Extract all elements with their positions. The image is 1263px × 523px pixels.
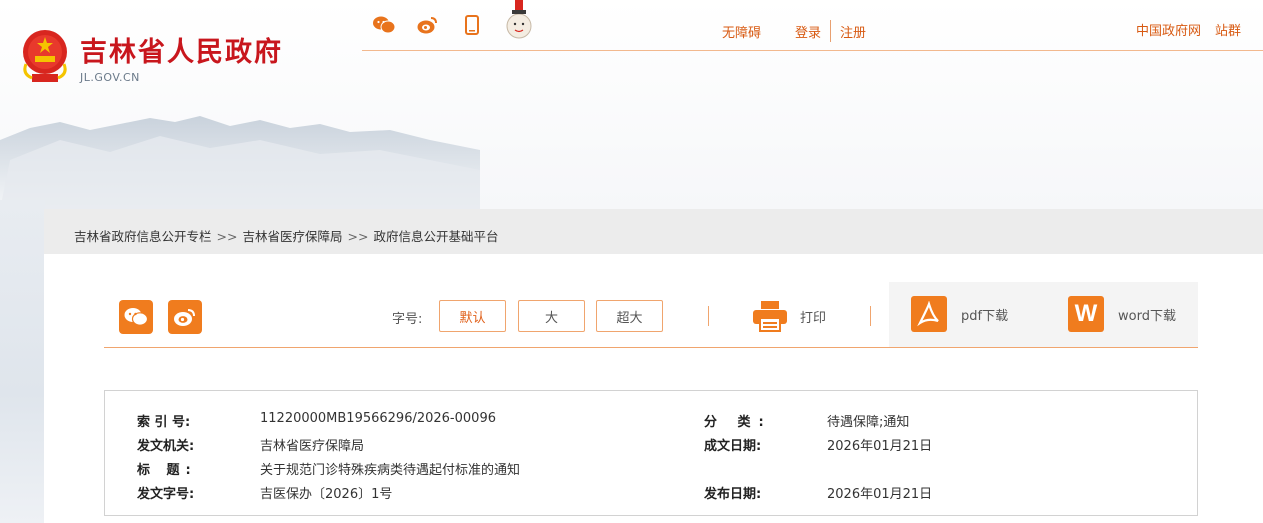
created-date-label: 成文日期: bbox=[704, 439, 762, 454]
word-download-label: word下载 bbox=[1118, 308, 1176, 324]
national-emblem-icon bbox=[23, 30, 67, 82]
mobile-icon[interactable] bbox=[461, 14, 483, 36]
toolbar-divider bbox=[708, 306, 709, 326]
mountain-background bbox=[0, 116, 480, 210]
site-title: 吉林省人民政府 bbox=[80, 37, 283, 68]
pdf-download-button[interactable]: pdf下载 bbox=[911, 296, 1008, 332]
pdf-icon bbox=[911, 296, 947, 332]
share-weibo-button[interactable] bbox=[168, 300, 202, 334]
doc-number-label: 发文字号: bbox=[137, 487, 195, 502]
login-link[interactable]: 登录 bbox=[795, 22, 821, 41]
printer-icon bbox=[753, 301, 787, 332]
created-date-value: 2026年01月21日 bbox=[827, 439, 933, 454]
font-size-xlarge-button[interactable]: 超大 bbox=[596, 300, 663, 332]
breadcrumb: 吉林省政府信息公开专栏 >> 吉林省医疗保障局 >> 政府信息公开基础平台 bbox=[74, 226, 498, 245]
mascot-icon[interactable] bbox=[505, 0, 533, 40]
wechat-icon bbox=[124, 308, 148, 326]
category-value: 待遇保障;通知 bbox=[827, 415, 910, 430]
share-wechat-button[interactable] bbox=[119, 300, 153, 334]
issuer-value: 吉林省医疗保障局 bbox=[260, 439, 365, 454]
weibo-icon bbox=[174, 309, 195, 326]
toolbar-divider bbox=[870, 306, 871, 326]
site-logo[interactable]: 吉林省人民政府 JL.GOV.CN bbox=[18, 28, 283, 86]
font-size-label: 字号: bbox=[392, 312, 423, 327]
site-group-link[interactable]: 站群 bbox=[1215, 24, 1241, 39]
published-date-label: 发布日期: bbox=[704, 487, 762, 502]
site-domain: JL.GOV.CN bbox=[80, 71, 140, 84]
index-label: 索 引 号: bbox=[137, 415, 191, 430]
index-value: 11220000MB19566296/2026-00096 bbox=[260, 411, 496, 426]
register-link[interactable]: 注册 bbox=[840, 22, 866, 41]
title-label: 标 题: bbox=[137, 463, 197, 478]
breadcrumb-item-info-column[interactable]: 吉林省政府信息公开专栏 bbox=[74, 229, 212, 244]
download-area: pdf下载 W word下载 bbox=[889, 282, 1198, 347]
china-gov-link[interactable]: 中国政府网 bbox=[1136, 24, 1201, 39]
wechat-icon[interactable] bbox=[373, 14, 395, 36]
pdf-download-label: pdf下载 bbox=[961, 308, 1009, 324]
breadcrumb-separator: >> bbox=[216, 229, 238, 244]
print-label: 打印 bbox=[800, 310, 827, 326]
header-divider bbox=[362, 50, 1263, 51]
font-size-large-button[interactable]: 大 bbox=[518, 300, 585, 332]
breadcrumb-item-medical-bureau[interactable]: 吉林省医疗保障局 bbox=[242, 229, 342, 244]
breadcrumb-separator: >> bbox=[347, 229, 369, 244]
document-info-box: 索 引 号: 11220000MB19566296/2026-00096 分 类… bbox=[104, 390, 1198, 516]
link-divider bbox=[830, 20, 832, 42]
word-download-button[interactable]: W word下载 bbox=[1068, 296, 1176, 332]
left-background-fog bbox=[0, 200, 45, 523]
social-top-bar bbox=[373, 0, 533, 40]
word-icon: W bbox=[1068, 296, 1104, 332]
weibo-icon[interactable] bbox=[417, 14, 439, 36]
doc-number-value: 吉医保办〔2026〕1号 bbox=[260, 487, 393, 502]
article-toolbar: 字号: 默认 大 超大 打印 pdf下载 W word下载 bbox=[104, 282, 1198, 348]
title-value: 关于规范门诊特殊疾病类待遇起付标准的通知 bbox=[260, 463, 521, 478]
font-size-default-button[interactable]: 默认 bbox=[439, 300, 506, 332]
published-date-value: 2026年01月21日 bbox=[827, 487, 933, 502]
accessibility-link[interactable]: 无障碍 bbox=[722, 22, 761, 41]
top-right-links: 中国政府网 站群 bbox=[1136, 20, 1255, 39]
breadcrumb-item-platform[interactable]: 政府信息公开基础平台 bbox=[373, 229, 498, 244]
top-links: 无障碍 登录 注册 bbox=[722, 20, 866, 42]
category-label: 分 类: bbox=[704, 415, 772, 430]
print-button[interactable]: 打印 bbox=[752, 300, 826, 332]
issuer-label: 发文机关: bbox=[137, 439, 195, 454]
